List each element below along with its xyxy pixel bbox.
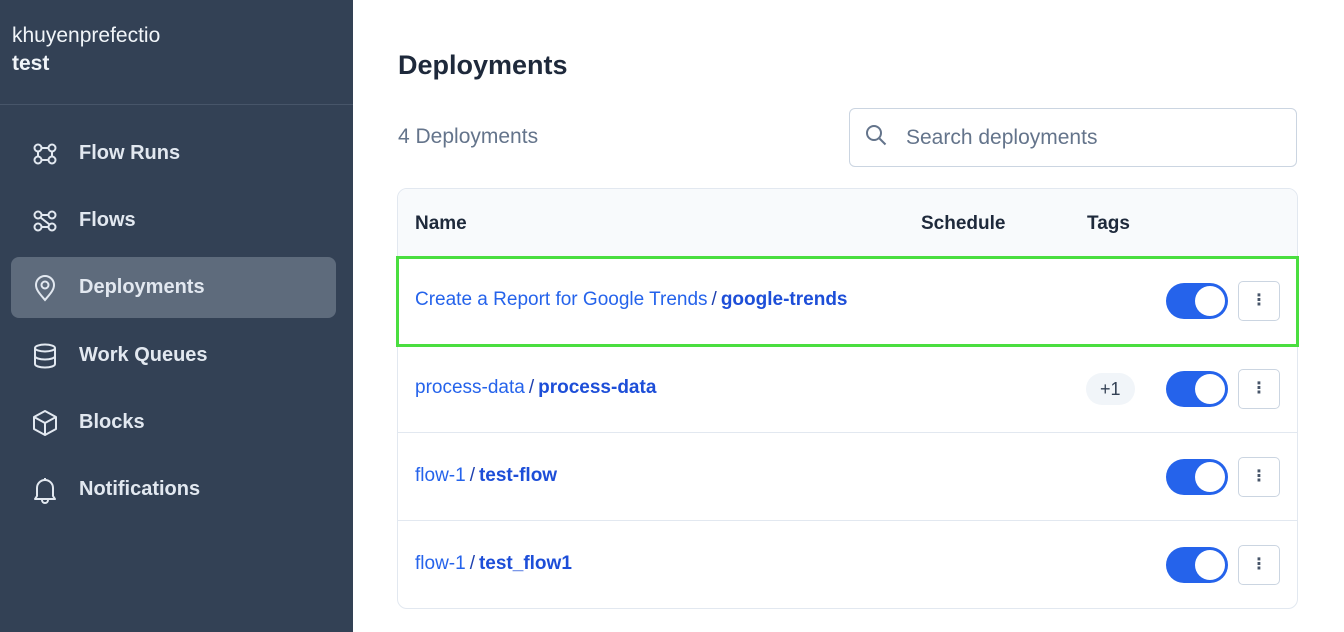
- flow-name[interactable]: process-data: [415, 377, 525, 398]
- toggle-knob: [1195, 286, 1225, 316]
- toggle-knob: [1195, 462, 1225, 492]
- flow-name[interactable]: Create a Report for Google Trends: [415, 289, 708, 310]
- table-row: flow-1/test_flow1 ⋮: [398, 521, 1297, 608]
- sidebar-item-label: Flow Runs: [79, 142, 181, 164]
- flow-runs-icon: [29, 138, 61, 170]
- column-header-tags[interactable]: Tags: [1087, 213, 1130, 235]
- separator: /: [469, 465, 475, 486]
- more-vertical-icon: ⋮: [1251, 556, 1267, 573]
- row-menu-button[interactable]: ⋮: [1238, 369, 1280, 409]
- separator: /: [528, 377, 535, 398]
- flow-name[interactable]: flow-1: [415, 465, 466, 486]
- deployment-link[interactable]: flow-1/test-flow: [415, 465, 557, 487]
- search-icon: [864, 123, 888, 152]
- sidebar-item-label: Flows: [79, 209, 136, 231]
- sidebar-item-label: Deployments: [79, 276, 205, 298]
- sidebar-item-deployments[interactable]: Deployments: [11, 257, 336, 318]
- schedule-toggle[interactable]: [1166, 283, 1228, 319]
- table-row: Create a Report for Google Trends / google…: [398, 257, 1297, 345]
- deployment-count: 4 Deployments: [398, 125, 539, 148]
- cube-icon: [29, 407, 61, 439]
- schedule-toggle[interactable]: [1166, 459, 1228, 495]
- separator: /: [711, 289, 717, 310]
- more-vertical-icon: ⋮: [1251, 380, 1267, 397]
- column-header-schedule[interactable]: Schedule: [921, 213, 1005, 235]
- separator: /: [469, 553, 475, 574]
- search-input[interactable]: [906, 125, 1266, 150]
- sidebar-item-label: Work Queues: [79, 344, 208, 366]
- toggle-knob: [1195, 550, 1225, 580]
- deployment-link[interactable]: process-data / process-data: [415, 377, 656, 399]
- page-title: Deployments: [398, 50, 568, 80]
- location-pin-icon: [29, 272, 61, 304]
- database-icon: [29, 340, 61, 372]
- more-vertical-icon: ⋮: [1251, 468, 1267, 485]
- deployment-name[interactable]: process-data: [538, 377, 656, 398]
- flows-icon: [29, 205, 61, 237]
- deployment-name[interactable]: test_flow1: [479, 553, 572, 574]
- row-menu-button[interactable]: ⋮: [1238, 281, 1280, 321]
- sidebar-item-notifications[interactable]: Notifications: [11, 459, 336, 520]
- more-vertical-icon: ⋮: [1251, 292, 1267, 309]
- flow-name[interactable]: flow-1: [415, 553, 466, 574]
- workspace-header[interactable]: khuyenprefectio test: [0, 0, 353, 105]
- deployment-name[interactable]: test-flow: [479, 465, 557, 486]
- table-header: Name Schedule Tags: [398, 189, 1297, 257]
- main-content: Deployments 4 Deployments Name Schedule …: [353, 0, 1344, 632]
- toggle-knob: [1195, 374, 1225, 404]
- row-menu-button[interactable]: ⋮: [1238, 545, 1280, 585]
- sidebar-item-blocks[interactable]: Blocks: [11, 392, 336, 453]
- row-menu-button[interactable]: ⋮: [1238, 457, 1280, 497]
- sidebar-item-label: Blocks: [79, 411, 145, 433]
- deployments-table: Name Schedule Tags Create a Report for G…: [397, 188, 1298, 609]
- schedule-toggle[interactable]: [1166, 547, 1228, 583]
- sidebar-item-flows[interactable]: Flows: [11, 190, 336, 251]
- search-box[interactable]: [849, 108, 1297, 167]
- deployment-link[interactable]: Create a Report for Google Trends / google…: [415, 289, 848, 311]
- column-header-name[interactable]: Name: [415, 213, 467, 235]
- account-name: khuyenprefectio: [12, 24, 161, 47]
- sidebar: khuyenprefectio test Flow Runs Flows Dep…: [0, 0, 353, 632]
- table-row: flow-1/test-flow ⋮: [398, 433, 1297, 521]
- deployment-link[interactable]: flow-1/test_flow1: [415, 553, 572, 575]
- deployment-name[interactable]: google-trends: [721, 289, 848, 310]
- schedule-toggle[interactable]: [1166, 371, 1228, 407]
- sidebar-item-label: Notifications: [79, 478, 201, 500]
- tags-badge[interactable]: +1: [1086, 373, 1135, 405]
- sidebar-item-work-queues[interactable]: Work Queues: [11, 325, 336, 386]
- sidebar-item-flow-runs[interactable]: Flow Runs: [11, 123, 336, 184]
- workspace-name: test: [12, 52, 50, 75]
- bell-icon: [29, 474, 61, 506]
- table-row: process-data / process-data +1 ⋮: [398, 345, 1297, 433]
